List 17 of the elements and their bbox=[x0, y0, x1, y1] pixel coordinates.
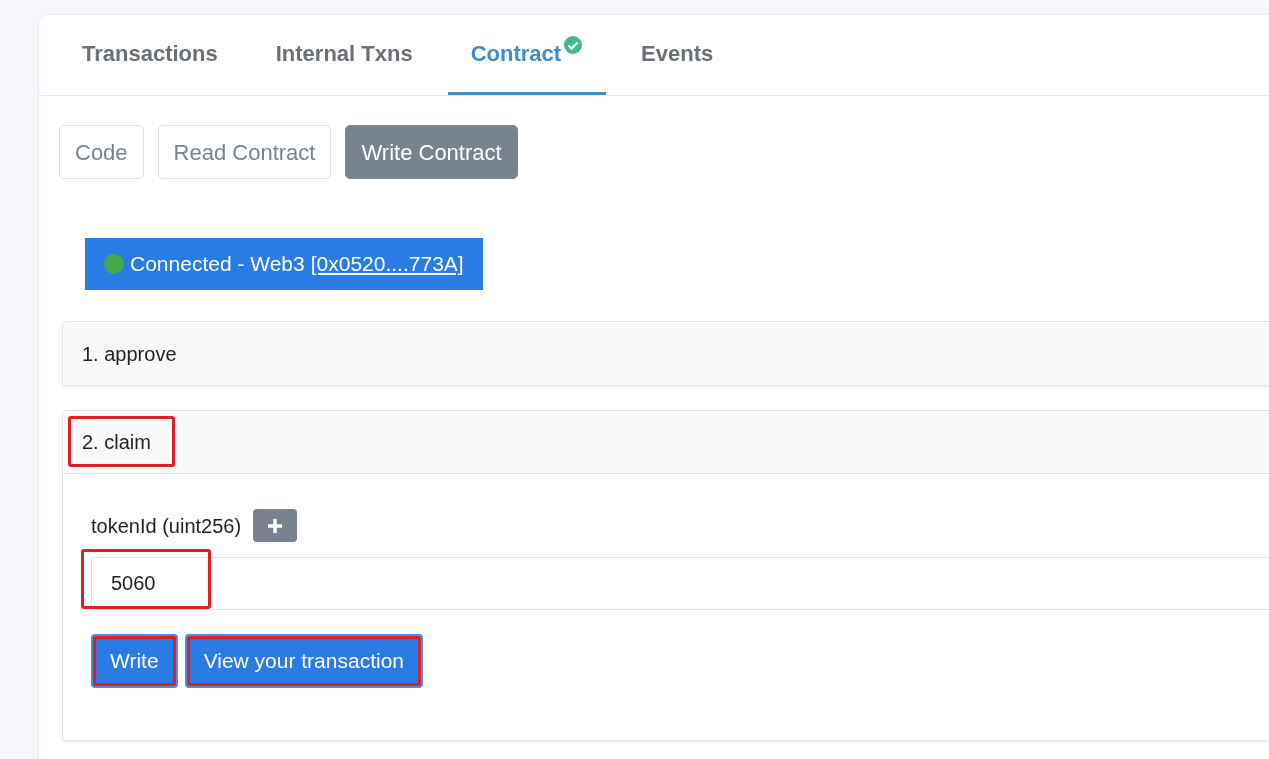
tab[interactable]: Transactions bbox=[59, 15, 241, 95]
tab[interactable]: Internal Txns bbox=[252, 15, 436, 95]
input-label: tokenId (uint256) bbox=[91, 513, 242, 539]
connection-text: Connected - Web3 bbox=[130, 251, 305, 278]
sub-tab[interactable]: Write Contract bbox=[345, 125, 518, 179]
add-button[interactable] bbox=[253, 509, 298, 542]
check-circle-icon bbox=[563, 34, 584, 55]
plus-icon bbox=[266, 516, 285, 535]
input-field[interactable]: 5060 bbox=[91, 557, 1269, 610]
function-title[interactable]: 1. approve bbox=[82, 342, 177, 365]
sub-tab[interactable]: Code bbox=[59, 125, 144, 179]
function-title[interactable]: 2. claim bbox=[82, 431, 151, 453]
connection-status[interactable]: Connected - Web3 [0x0520....773A] bbox=[85, 238, 483, 290]
address-link[interactable]: [0x0520....773A] bbox=[310, 248, 464, 280]
tab[interactable]: Contract bbox=[447, 15, 607, 95]
tab[interactable]: Events bbox=[618, 15, 737, 95]
sub-tab[interactable]: Read Contract bbox=[157, 125, 332, 179]
